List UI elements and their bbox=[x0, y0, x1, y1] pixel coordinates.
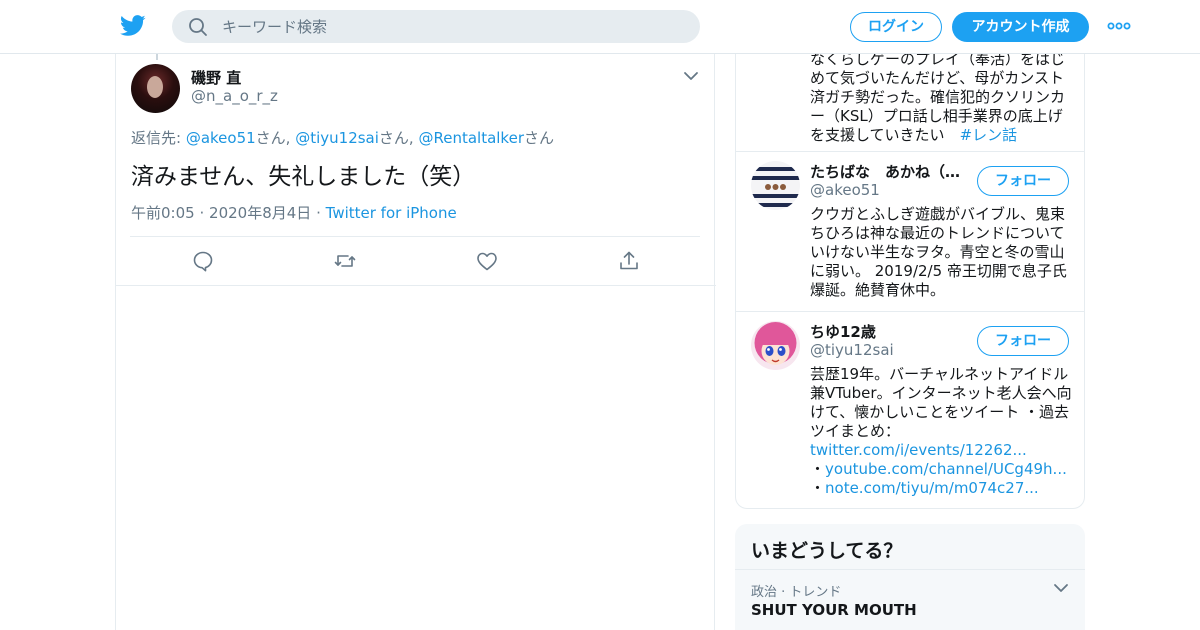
tweet-source-link[interactable]: Twitter for iPhone bbox=[326, 204, 457, 222]
anime-avatar-image bbox=[751, 321, 800, 370]
bio-link[interactable]: twitter.com/i/events/12262... bbox=[810, 441, 1027, 459]
author-name[interactable]: 磯野 直 bbox=[191, 67, 241, 88]
retweet-icon bbox=[334, 255, 356, 267]
user-bio: なくらしゲーのプレイ（奉活）をはじめて気づいたんだけど、母がカンスト済ガチ勢だっ… bbox=[810, 50, 1075, 145]
reply-mention-tiyu12sai[interactable]: @tiyu12sai bbox=[295, 129, 379, 147]
signup-button[interactable]: アカウント作成 bbox=[952, 12, 1089, 42]
follow-button[interactable]: フォロー bbox=[977, 166, 1069, 196]
user-name[interactable]: ちゆ12歳 bbox=[810, 321, 970, 342]
reply-prefix: 返信先: bbox=[131, 129, 186, 147]
more-dots-icon[interactable] bbox=[1107, 18, 1131, 34]
reply-mention-akeo51[interactable]: @akeo51 bbox=[186, 129, 256, 147]
bio-text: なくらしゲーのプレイ（奉活）をはじめて気づいたんだけど、母がカンスト済ガチ勢だっ… bbox=[810, 50, 1066, 144]
retweet-button[interactable] bbox=[333, 249, 357, 273]
related-users-card: なくらしゲーのプレイ（奉活）をはじめて気づいたんだけど、母がカンスト済ガチ勢だっ… bbox=[735, 40, 1085, 509]
search-icon bbox=[189, 18, 207, 36]
reply-suffix: さん, bbox=[378, 129, 419, 147]
user-bio: 芸歴19年。バーチャルネットアイドル兼VTuber。インターネット老人会へ向けて… bbox=[810, 365, 1075, 498]
top-navigation-bar: ログイン アカウント作成 bbox=[0, 0, 1200, 54]
bio-bullet: ・ bbox=[810, 460, 826, 478]
user-handle[interactable]: @akeo51 bbox=[810, 181, 880, 199]
bio-link[interactable]: note.com/tiyu/m/m074c27... bbox=[825, 479, 1039, 497]
tweet-text: 済みません、失礼しました（笑） bbox=[131, 164, 476, 190]
tweet-detail-panel: 磯野 直 @n_a_o_r_z 返信先: @akeo51さん, @tiyu12s… bbox=[115, 54, 716, 630]
replying-to: 返信先: @akeo51さん, @tiyu12saiさん, @Rentaltal… bbox=[131, 127, 554, 148]
avatar-face bbox=[147, 76, 163, 98]
divider bbox=[130, 236, 700, 237]
user-name[interactable]: たちばな あかね（1… bbox=[810, 161, 970, 182]
search-input[interactable] bbox=[222, 10, 682, 43]
avatar[interactable] bbox=[751, 161, 800, 210]
user-handle[interactable]: @tiyu12sai bbox=[810, 341, 894, 359]
meta-separator: · bbox=[316, 204, 321, 222]
reply-suffix: さん, bbox=[255, 129, 296, 147]
trends-title: いまどうしてる？ bbox=[751, 540, 903, 562]
bio-bullet: ・ bbox=[810, 479, 826, 497]
follow-button[interactable]: フォロー bbox=[977, 326, 1069, 356]
share-icon bbox=[620, 251, 638, 270]
bio-link[interactable]: youtube.com/channel/UCg49h... bbox=[825, 460, 1067, 478]
trends-panel: いまどうしてる？ 政治 · トレンド SHUT YOUR MOUTH bbox=[735, 524, 1085, 630]
bio-text: 芸歴19年。バーチャルネットアイドル兼VTuber。インターネット老人会へ向けて… bbox=[810, 365, 1072, 440]
divider bbox=[735, 569, 1085, 570]
avatar[interactable] bbox=[751, 321, 800, 370]
related-user-akeo51: たちばな あかね（1… @akeo51 フォロー クウガとふしぎ遊戯がバイブル、… bbox=[736, 151, 1084, 311]
avatar[interactable] bbox=[131, 64, 180, 113]
chevron-down-icon[interactable] bbox=[1053, 582, 1069, 594]
trend-context: 政治 · トレンド bbox=[751, 585, 842, 600]
like-button[interactable] bbox=[475, 249, 499, 273]
hashtag-link[interactable]: #レン話 bbox=[960, 126, 1018, 144]
meta-separator: · bbox=[199, 204, 205, 222]
tweet-actions bbox=[116, 249, 716, 273]
search-box[interactable] bbox=[172, 10, 700, 43]
login-button[interactable]: ログイン bbox=[850, 12, 942, 42]
reply-suffix: さん bbox=[523, 129, 554, 147]
author-handle[interactable]: @n_a_o_r_z bbox=[191, 87, 278, 105]
tweet-metadata: 午前0:05 · 2020年8月4日 · Twitter for iPhone bbox=[131, 202, 457, 223]
chevron-down-icon[interactable] bbox=[683, 70, 699, 82]
thread-connector-line bbox=[156, 54, 158, 60]
tweet-time[interactable]: 午前0:05 bbox=[131, 204, 195, 222]
related-user-tiyu12sai: ちゆ12歳 @tiyu12sai フォロー 芸歴19年。バーチャルネットアイドル… bbox=[736, 311, 1084, 508]
reply-button[interactable] bbox=[191, 249, 215, 273]
share-button[interactable] bbox=[617, 249, 641, 273]
like-icon bbox=[477, 252, 497, 271]
twitter-bird-icon[interactable] bbox=[120, 14, 146, 38]
divider bbox=[116, 285, 716, 286]
trend-item[interactable]: SHUT YOUR MOUTH bbox=[751, 601, 917, 619]
tweet-date[interactable]: 2020年8月4日 bbox=[209, 204, 311, 222]
user-bio: クウガとふしぎ遊戯がバイブル、鬼束ちひろは神な最近のトレンドについていけない半生… bbox=[810, 205, 1067, 299]
reply-icon bbox=[193, 251, 213, 272]
reply-mention-rentaltalker[interactable]: @Rentaltalker bbox=[418, 129, 524, 147]
striped-avatar-image bbox=[751, 161, 800, 210]
